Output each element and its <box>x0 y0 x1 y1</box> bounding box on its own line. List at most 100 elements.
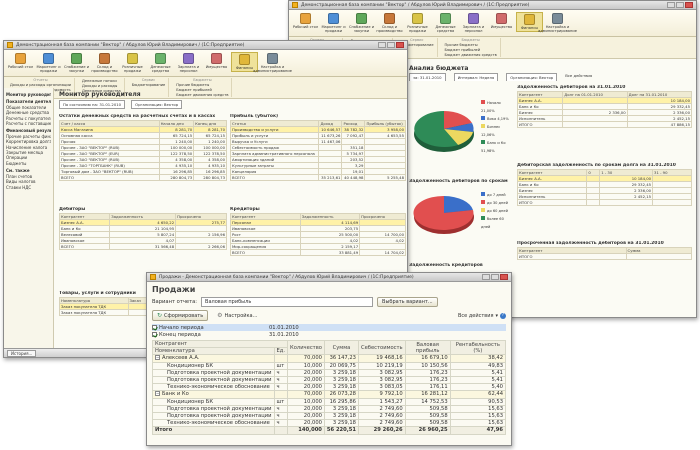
back-window-titlebar[interactable]: Демонстрационная база компании "Вектор" … <box>289 1 696 10</box>
total-cell: 26 960,25 <box>404 426 451 435</box>
toolbar-button-6[interactable]: Зарплата и персонал <box>175 52 202 74</box>
toolbar-label: Склад и производство <box>91 65 118 74</box>
sales-cell: 70,000 <box>287 354 325 363</box>
close-button[interactable] <box>500 274 508 280</box>
back-interval-field[interactable]: Интервал: Неделя <box>453 73 499 81</box>
total-cell: 56 220,51 <box>323 426 359 435</box>
period-value[interactable]: 31.01.2010 <box>269 332 299 338</box>
sales-cell: 62,44 <box>449 390 507 399</box>
sales-row[interactable]: Кондиционер БК шт 10,000 20 069,75 10 219,19… <box>152 361 507 370</box>
maximize-button[interactable] <box>491 274 499 280</box>
sales-cell: 15,63 <box>449 412 507 421</box>
minimize-button[interactable] <box>482 274 490 280</box>
subbar-link[interactable]: Доходы и расходы организации <box>10 83 71 87</box>
back-period-field[interactable]: за: 31.01.2010 <box>409 73 446 81</box>
monitor-org-field[interactable]: Организация: Вектор <box>131 100 183 109</box>
sales-report-window: Продажи - Демонстрационная база компании… <box>146 272 512 446</box>
total-cell: 14 704,02 <box>359 249 406 256</box>
subbar-link[interactable]: Денежные потоки <box>82 79 121 83</box>
close-button[interactable] <box>396 42 404 48</box>
table-total-row: ВСЕГО 280 804,73 280 804,73 <box>59 174 227 181</box>
choose-variant-button[interactable]: Выбрать вариант... <box>377 297 438 307</box>
variant-field[interactable]: Валовая прибыль <box>201 297 374 307</box>
sidebar-item[interactable]: Бюджеты <box>6 161 51 166</box>
generate-button[interactable]: ↻ Сформировать <box>152 310 209 321</box>
toolbar-button-7[interactable]: Имущество <box>203 52 230 70</box>
toolbar-button-6[interactable]: Зарплата и персонал <box>460 12 487 34</box>
sales-cell: 38,42 <box>449 354 507 363</box>
toolbar-button-2[interactable]: Снабжение и закупки <box>348 12 375 34</box>
collapse-icon[interactable]: − <box>155 355 160 361</box>
sales-cell: 176,23 <box>404 376 451 385</box>
help-icon[interactable]: ? <box>500 312 506 319</box>
total-cell: Итого <box>152 426 275 435</box>
sales-cell: 2 749,60 <box>357 419 406 428</box>
close-button[interactable] <box>685 2 693 8</box>
toolbar-button-0[interactable]: Рабочий стол <box>7 52 34 70</box>
middle-window-titlebar[interactable]: Демонстрационная база компании "Вектор" … <box>4 41 407 50</box>
minimize-button[interactable] <box>378 42 386 48</box>
sales-row[interactable]: Кондиционер БК шт 10,000 16 295,86 1 543,27 1… <box>152 397 507 406</box>
toolbar-button-9[interactable]: Настройка и администрирование <box>538 12 577 34</box>
period-value[interactable]: 01.01.2010 <box>269 325 299 331</box>
subbar-group-head: Отчеты <box>33 78 48 83</box>
toolbar-label: Снабжение и закупки <box>63 65 90 74</box>
sales-row[interactable]: Технико-экономическое обоснование ч 20,000… <box>152 419 507 428</box>
sales-row[interactable]: Подготовка проектной документации ч 20,000… <box>152 404 507 414</box>
legend-label: Вика 4,19% <box>487 117 509 121</box>
table-cell: Зарплата административного персонала <box>230 150 320 157</box>
subbar-link[interactable]: Бюджет движения средств <box>445 53 497 57</box>
sales-group-row[interactable]: − Банк и Ко 70,000 26 073,28 9 792,10 16 281,… <box>152 390 507 399</box>
toolbar-button-1[interactable]: Маркетинг и продажи <box>320 12 347 34</box>
toolbar-button-5[interactable]: Денежные средства <box>147 52 174 74</box>
sales-row[interactable]: Технико-экономическое обоснование ч 20,000… <box>152 383 507 392</box>
subbar-link[interactable]: Доходы и расходы <box>82 84 121 88</box>
subbar-link[interactable]: Прочие бюджеты <box>445 43 497 47</box>
sidebar-item[interactable]: Денежные средства <box>6 110 51 115</box>
back-org-field[interactable]: Организация: Вектор <box>506 73 558 81</box>
toolbar-button-9[interactable]: Настройка и администрирование <box>253 52 292 74</box>
subbar-link[interactable]: Бюджетирование <box>132 83 166 87</box>
sales-row[interactable]: Подготовка проектной документации ч 20,000… <box>152 368 507 378</box>
table-row[interactable]: Заказ покупателя ТДК <box>59 309 149 316</box>
sidebar-item[interactable]: Расчеты с поставщиками <box>6 121 51 126</box>
toolbar-button-5[interactable]: Денежные средства <box>432 12 459 34</box>
toolbar-button-4[interactable]: Розничные продажи <box>119 52 146 74</box>
sales-cell: Подготовка проектной документации <box>152 368 275 378</box>
toolbar-button-3[interactable]: Склад и производство <box>376 12 403 34</box>
period-checkbox[interactable] <box>152 332 157 337</box>
period-label: Конец периода <box>159 331 201 338</box>
pie2-legend-item: до 7 дней <box>481 191 509 199</box>
maximize-button[interactable] <box>676 2 684 8</box>
sidebar-item[interactable]: Корректировка долга <box>6 139 51 144</box>
maximize-button[interactable] <box>387 42 395 48</box>
history-tab[interactable]: История... <box>7 349 37 357</box>
sales-row[interactable]: Подготовка проектной документации ч 20,000… <box>152 376 507 385</box>
monitor-date-field[interactable]: По состоянию на: 31.01.2010 <box>59 100 126 109</box>
settings-button[interactable]: ⚙ Настройка... <box>212 310 262 321</box>
toolbar-button-2[interactable]: Снабжение и закупки <box>63 52 90 74</box>
toolbar-button-4[interactable]: Розничные продажи <box>404 12 431 34</box>
sales-window-titlebar[interactable]: Продажи - Демонстрационная база компании… <box>147 273 511 282</box>
subbar-link[interactable]: Прочие бюджеты <box>176 83 228 87</box>
sidebar-item[interactable]: Ставки НДС <box>6 185 51 190</box>
legend-swatch <box>481 208 485 212</box>
toolbar-label: Имущество <box>490 25 513 29</box>
toolbar-button-7[interactable]: Имущество <box>488 12 515 30</box>
back-all-actions[interactable]: Все действия <box>565 73 592 81</box>
toolbar-button-0[interactable]: Рабочий стол <box>292 12 319 30</box>
all-actions-menu[interactable]: Все действия ▾ ? <box>458 312 506 319</box>
sales-group-row[interactable]: − Алексеев А.А. 70,000 36 147,23 19 468,16 16… <box>152 354 507 363</box>
collapse-icon[interactable]: − <box>155 391 160 397</box>
legend-swatch <box>481 216 485 220</box>
sales-row[interactable]: Подготовка проектной документации ч 20,000… <box>152 412 507 421</box>
table-cell: Заказ покупателя ТДК <box>59 309 129 316</box>
toolbar-button-3[interactable]: Склад и производство <box>91 52 118 74</box>
period-checkbox[interactable] <box>152 325 157 330</box>
back-debt-panel: Задолженность дебиторов на 31.01.2010 Ко… <box>517 85 692 165</box>
minimize-button[interactable] <box>667 2 675 8</box>
sales-cell: Подготовка проектной документации <box>152 376 275 385</box>
toolbar-button-1[interactable]: Маркетинг и продажи <box>35 52 62 74</box>
subbar-link[interactable]: Бюджет прибылей <box>445 48 497 52</box>
retail-icon <box>127 53 138 64</box>
